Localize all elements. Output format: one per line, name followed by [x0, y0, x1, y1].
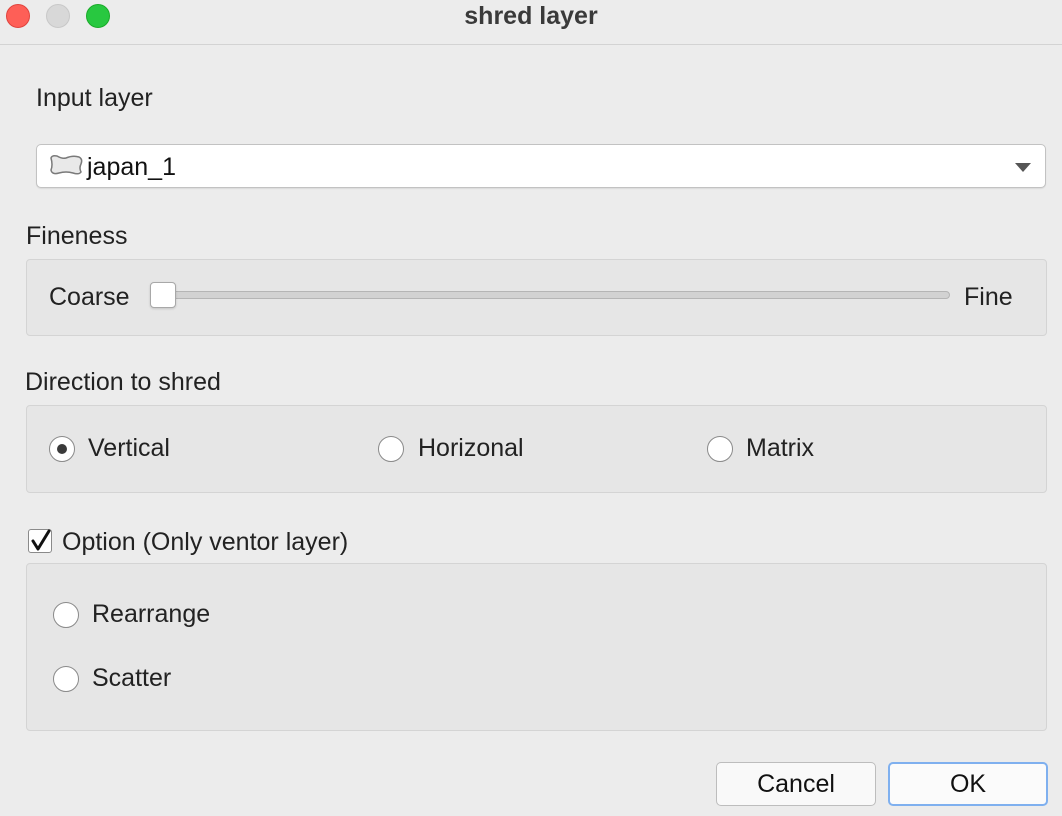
radio-horizonal-label[interactable]: Horizonal — [418, 434, 524, 463]
radio-matrix[interactable] — [707, 436, 733, 462]
radio-scatter[interactable] — [53, 666, 79, 692]
fineness-slider-handle[interactable] — [150, 282, 176, 308]
option-group — [26, 563, 1047, 731]
fineness-label: Fineness — [26, 222, 128, 250]
radio-selected-dot — [57, 444, 67, 454]
fineness-min-label: Coarse — [49, 283, 130, 311]
window-title: shred layer — [464, 2, 598, 30]
fineness-slider-track[interactable] — [150, 291, 950, 299]
radio-vertical-label[interactable]: Vertical — [88, 434, 170, 463]
input-layer-value: japan_1 — [87, 153, 176, 181]
input-layer-combobox[interactable]: japan_1 — [36, 144, 1046, 188]
option-checkbox[interactable] — [28, 529, 52, 553]
radio-matrix-label[interactable]: Matrix — [746, 434, 814, 463]
radio-scatter-label[interactable]: Scatter — [92, 664, 171, 693]
input-layer-label: Input layer — [36, 84, 153, 112]
chevron-down-icon[interactable] — [1015, 163, 1031, 172]
direction-label: Direction to shred — [25, 368, 221, 396]
direction-group — [26, 405, 1047, 493]
radio-horizonal[interactable] — [378, 436, 404, 462]
radio-rearrange[interactable] — [53, 602, 79, 628]
radio-vertical[interactable] — [49, 436, 75, 462]
option-checkbox-label[interactable]: Option (Only ventor layer) — [62, 528, 348, 557]
checkmark-icon — [31, 529, 51, 551]
ok-button[interactable]: OK — [888, 762, 1048, 806]
cancel-button[interactable]: Cancel — [716, 762, 876, 806]
fineness-max-label: Fine — [964, 283, 1013, 311]
title-bar[interactable]: shred layer — [0, 0, 1062, 45]
dialog-window: shred layer Input layer japan_1 Fineness… — [0, 0, 1062, 816]
radio-rearrange-label[interactable]: Rearrange — [92, 600, 210, 629]
polygon-layer-icon — [48, 154, 84, 176]
